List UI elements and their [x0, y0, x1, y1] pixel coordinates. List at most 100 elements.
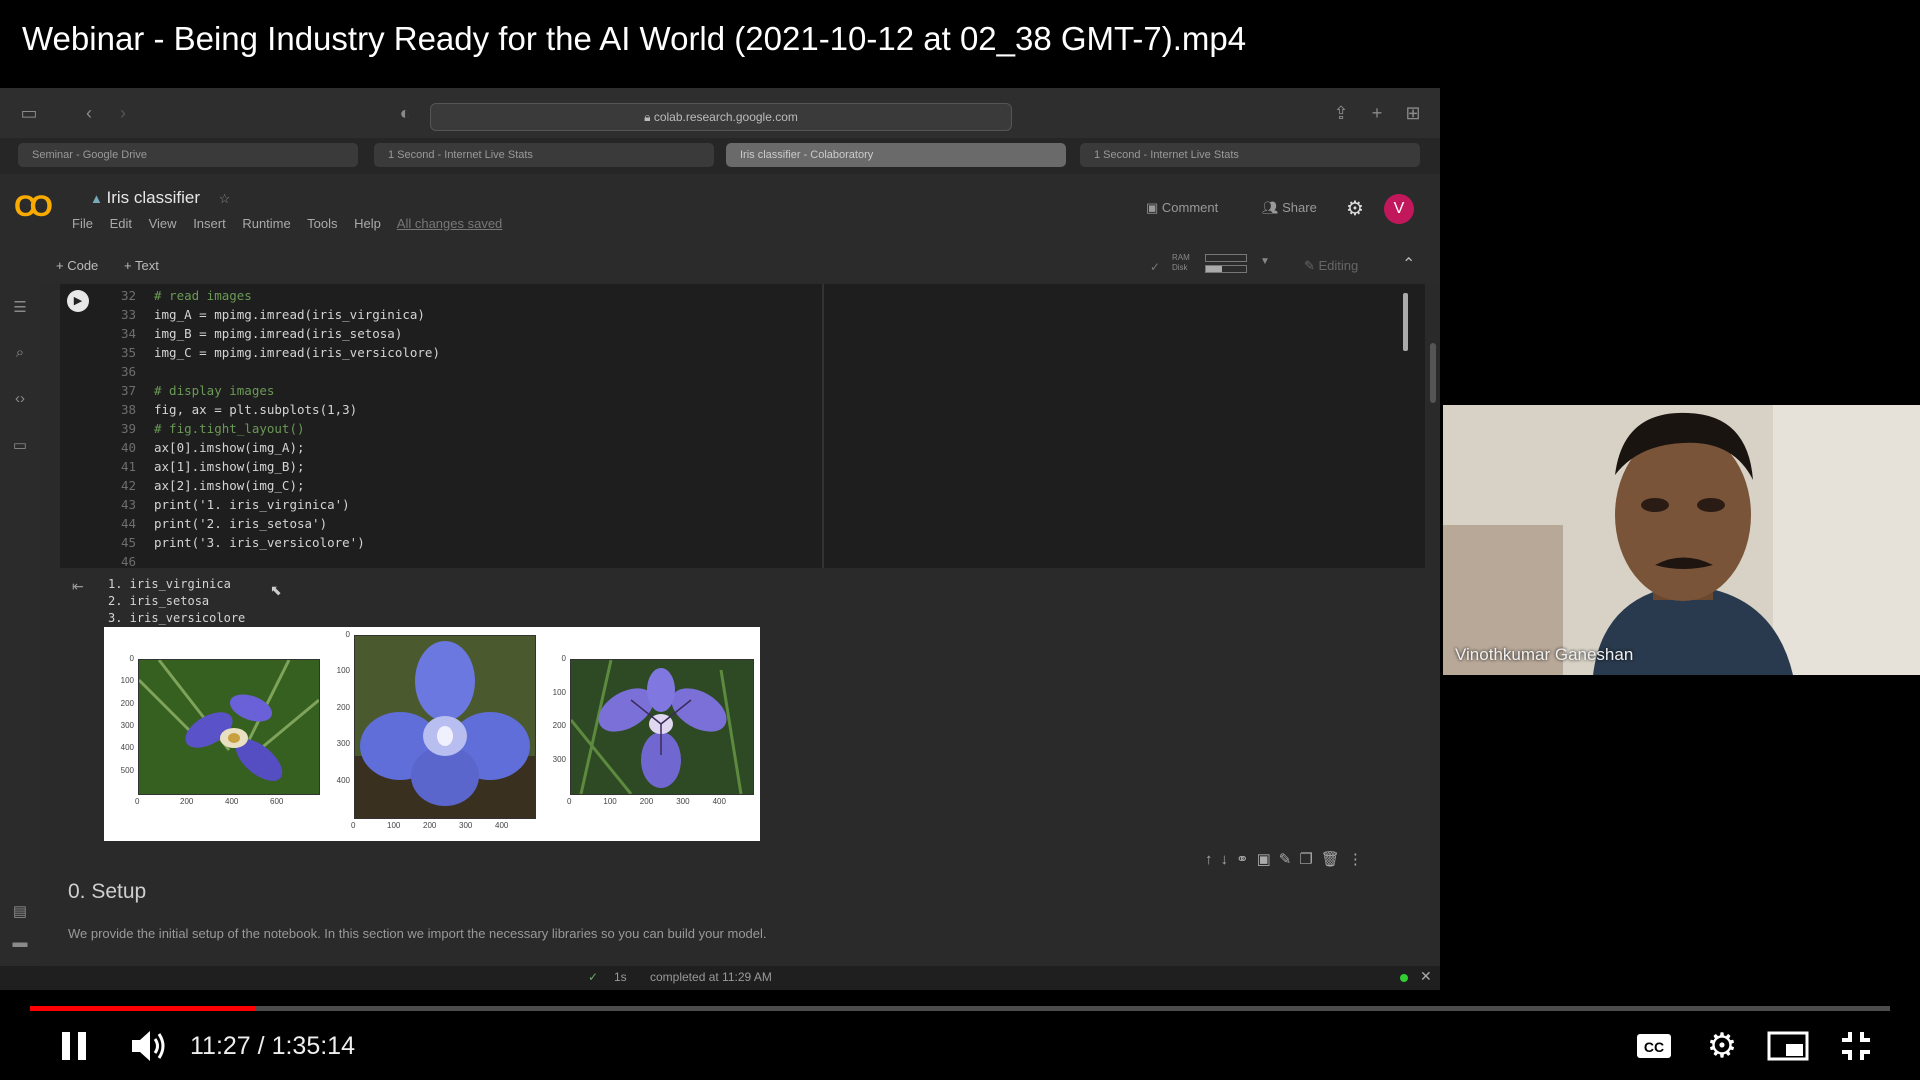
delete-icon: 🗑︎ [1320, 851, 1348, 868]
mute-button[interactable] [128, 1028, 168, 1064]
settings-gear-icon: ⚙ [1346, 198, 1364, 220]
code-text: # fig.tight_layout() [154, 421, 305, 436]
code-scrollbar [1403, 293, 1408, 351]
code-line: 43 print('1. iris_virginica') [108, 495, 440, 514]
code-text: fig, ax = plt.subplots(1,3) [154, 402, 358, 417]
check-icon: ✓ [1150, 260, 1161, 274]
saved-status: All changes saved [396, 216, 503, 231]
line-number: 43 [120, 497, 136, 512]
progress-bar[interactable] [30, 1006, 1890, 1011]
line-number: 32 [120, 288, 136, 303]
copy-icon: ❐ [1299, 851, 1321, 868]
code-line: 40 ax[0].imshow(img_A); [108, 438, 440, 457]
y-tick-label: 300 [552, 754, 566, 764]
miniplayer-icon [1767, 1031, 1809, 1061]
page-scrollbar [1430, 343, 1436, 403]
y-tick-label: 200 [552, 721, 566, 730]
code-line: 45 print('3. iris_versicolore') [108, 533, 440, 552]
pause-icon [62, 1032, 86, 1060]
browser-tab: 1 Second - Internet Live Stats [374, 143, 714, 167]
colab-menu: File Edit View Insert Runtime Tools Help… [72, 216, 515, 231]
iris-virginica-image [139, 660, 319, 794]
code-line: 35 img_C = mpimg.imread(iris_versicolore) [108, 343, 440, 362]
line-number: 42 [120, 478, 136, 493]
folder-icon: ▭ [12, 437, 28, 454]
video-title: Webinar - Being Industry Ready for the A… [22, 20, 1247, 57]
menu-file: File [72, 216, 93, 231]
cell-actions: ↑↓⚭▣✎❐🗑︎⋮ [1205, 850, 1371, 868]
line-number: 35 [120, 345, 136, 360]
code-line: 36 [108, 362, 440, 381]
settings-gear-icon: ⚙ [1706, 1027, 1738, 1065]
back-icon: ‹ [86, 103, 92, 123]
y-tick-label: 400 [336, 775, 350, 785]
participant-camera-feed [1443, 405, 1920, 675]
code-text: print('3. iris_versicolore') [154, 535, 365, 550]
terminal-icon: ▬ [12, 934, 28, 951]
sidebar-toggle-icon: ▭ [20, 103, 38, 123]
x-tick-label: 400 [225, 797, 239, 806]
comment-icon: ▣ [1146, 200, 1162, 215]
code-text: # display images [154, 383, 275, 398]
y-tick-label: 500 [120, 765, 134, 775]
line-number: 41 [120, 459, 136, 474]
volume-icon [132, 1031, 165, 1061]
output-icon: ⇤ [72, 578, 84, 594]
x-tick-label: 200 [639, 797, 654, 806]
menu-edit: Edit [109, 216, 132, 231]
participant-video: Vinothkumar Ganeshan [1443, 405, 1920, 675]
menu-view: View [148, 216, 177, 231]
x-tick-label: 200 [423, 821, 437, 830]
add-text-button: + Text [124, 258, 159, 273]
colab-logo: CO [14, 190, 53, 223]
cc-icon: CC [1637, 1034, 1671, 1058]
settings-button[interactable]: ⚙ [1704, 1028, 1740, 1064]
browser-tab-active: Iris classifier - Colaboratory [726, 143, 1066, 167]
y-tick-label: 100 [552, 687, 566, 697]
exit-fullscreen-icon [1842, 1032, 1870, 1060]
dropdown-icon: ▼ [1260, 256, 1270, 267]
setup-description: We provide the initial setup of the note… [68, 926, 767, 941]
code-line: 34 img_B = mpimg.imread(iris_setosa) [108, 324, 440, 343]
code-line: 39 # fig.tight_layout() [108, 419, 440, 438]
code-text: img_A = mpimg.imread(iris_virginica) [154, 307, 425, 322]
setup-heading: 0. Setup [68, 880, 147, 903]
line-number: 40 [120, 440, 136, 455]
lock-icon: 🔒︎ [644, 110, 654, 124]
total-time: 1:35:14 [271, 1032, 355, 1060]
y-tick-label: 0 [561, 654, 566, 663]
ram-meter [1205, 254, 1247, 262]
x-tick-label: 0 [135, 797, 140, 806]
x-tick-label: 0 [567, 797, 572, 806]
mouse-cursor-icon: ⬉ [270, 582, 282, 598]
iris-versicolore-image [571, 660, 753, 794]
code-text: img_C = mpimg.imread(iris_versicolore) [154, 345, 440, 360]
code-text: print('1. iris_virginica') [154, 497, 350, 512]
link-icon: ⚭ [1236, 851, 1257, 868]
y-tick-label: 100 [120, 676, 134, 686]
y-tick-label: 0 [129, 654, 134, 663]
drive-icon: ▲ [90, 191, 107, 206]
code-text: img_B = mpimg.imread(iris_setosa) [154, 326, 403, 341]
browser-toolbar: ▭ ‹ › ◐ 🔒︎ colab.research.google.com ⇪ +… [0, 88, 1440, 138]
x-tick-label: 600 [270, 797, 284, 806]
colab-header [0, 174, 1440, 254]
status-duration: 1s [614, 970, 627, 984]
time-display: 11:27 / 1:35:14 [190, 1032, 355, 1060]
command-palette-icon: ▤ [12, 903, 28, 920]
captions-button[interactable]: CC [1634, 1030, 1674, 1062]
subplot-virginica [138, 659, 320, 795]
tab-overview-icon: ⊞ [1405, 103, 1421, 123]
pause-button[interactable] [56, 1028, 92, 1064]
x-tick-label: 300 [676, 797, 690, 806]
x-tick-label: 300 [459, 821, 473, 830]
search-icon: ⌕ [15, 344, 25, 361]
line-number: 46 [120, 554, 136, 569]
browser-tab: 1 Second - Internet Live Stats [1080, 143, 1420, 167]
miniplayer-button[interactable] [1766, 1030, 1810, 1062]
exit-fullscreen-button[interactable] [1838, 1028, 1874, 1064]
status-check-icon: ✓ [588, 970, 599, 984]
menu-help: Help [354, 216, 381, 231]
avatar: V [1384, 194, 1414, 224]
share-icon: ⇪ [1333, 103, 1349, 123]
